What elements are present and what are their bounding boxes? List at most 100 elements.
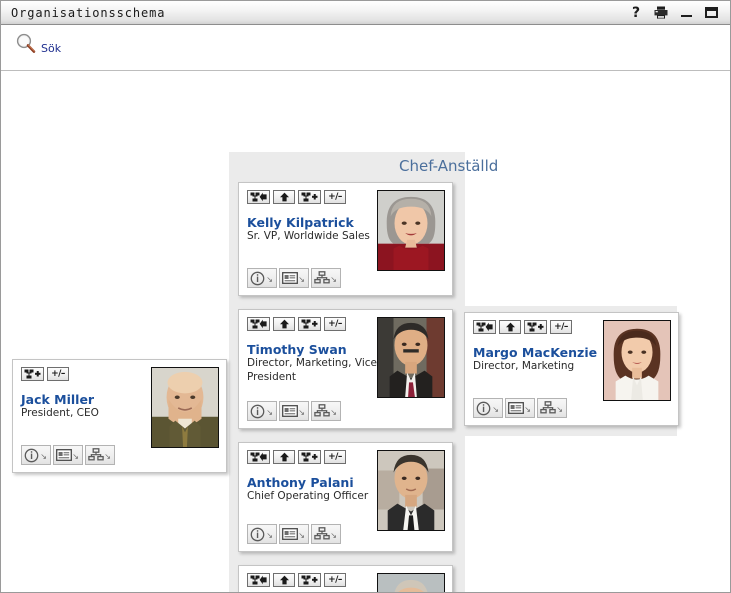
details-menu-button[interactable]: ↘ [247, 268, 277, 288]
details-menu-button[interactable]: ↘ [473, 398, 503, 418]
org-chart-icon [314, 527, 330, 540]
magnifier-icon [16, 33, 36, 53]
toggle-expand-collapse-button[interactable]: +/– [324, 190, 346, 204]
employee-card-margo-mackenzie[interactable]: +/– Margo MacKenzie Director, Marketing … [464, 312, 679, 426]
org-chart-menu-button[interactable]: ↘ [311, 524, 341, 544]
employee-title: Director, Marketing [473, 360, 575, 373]
employee-card-timothy-swan[interactable]: +/– Timothy Swan Director, Marketing, Vi… [238, 309, 453, 429]
org-chart-window: Organisationsschema ? Sök Chef-Anställd … [0, 0, 731, 593]
org-chart-plus-icon [301, 575, 318, 585]
portrait-kelly-kilpatrick [378, 191, 444, 270]
chevron-down-icon: ↘ [298, 408, 305, 417]
details-menu-button[interactable]: ↘ [247, 401, 277, 421]
plus-minus-icon: +/– [554, 321, 568, 332]
card-actions: ↘ ↘ ↘ [247, 524, 341, 544]
maximize-button[interactable] [704, 6, 718, 20]
toggle-expand-collapse-button[interactable]: +/– [550, 320, 572, 334]
employee-card-kelly-kilpatrick[interactable]: +/– Kelly Kilpatrick Sr. VP, Worldwide S… [238, 182, 453, 296]
move-up-button[interactable] [273, 190, 295, 204]
search-label: Sök [41, 42, 62, 55]
chevron-down-icon: ↘ [266, 408, 273, 417]
org-chart-canvas[interactable]: Chef-Anställd +/– Jack Miller President,… [1, 71, 730, 592]
employee-card-anthony-palani[interactable]: +/– Anthony Palani Chief Operating Offic… [238, 442, 453, 552]
org-chart-menu-button[interactable]: ↘ [85, 445, 115, 465]
question-mark-icon: ? [631, 4, 641, 21]
toggle-expand-collapse-button[interactable]: +/– [324, 317, 346, 331]
plus-minus-icon: +/– [328, 451, 342, 462]
up-arrow-icon [279, 192, 289, 202]
plus-minus-icon: +/– [51, 368, 65, 379]
employee-photo-kelly-kilpatrick [377, 190, 445, 271]
help-button[interactable]: ? [629, 6, 643, 20]
employee-photo-anthony-palani [377, 450, 445, 531]
card-body: +/– Anthony Palani Chief Operating Offic… [239, 443, 452, 551]
expand-reports-button[interactable] [298, 573, 321, 587]
org-chart-menu-button[interactable]: ↘ [311, 401, 341, 421]
id-card-icon [282, 528, 298, 540]
chevron-down-icon: ↘ [266, 275, 273, 284]
expand-reports-button[interactable] [21, 367, 44, 381]
printer-icon [654, 6, 668, 19]
chevron-down-icon: ↘ [330, 531, 337, 540]
chart-relationship-title: Chef-Anställd [399, 157, 499, 175]
contact-card-menu-button[interactable]: ↘ [279, 524, 309, 544]
portrait-chip-nano [378, 574, 444, 592]
id-card-icon [282, 405, 298, 417]
details-menu-button[interactable]: ↘ [247, 524, 277, 544]
expand-reports-button[interactable] [298, 317, 321, 331]
card-actions: ↘ ↘ ↘ [473, 398, 567, 418]
info-circle-icon [476, 401, 491, 415]
employee-photo-jack-miller [151, 367, 219, 448]
org-chart-plus-icon [301, 192, 318, 202]
chevron-down-icon: ↘ [556, 405, 563, 414]
chevron-down-icon: ↘ [330, 275, 337, 284]
org-chart-icon [314, 271, 330, 284]
move-up-button[interactable] [499, 320, 521, 334]
org-chart-left-arrow-icon [250, 575, 267, 585]
contact-card-menu-button[interactable]: ↘ [279, 401, 309, 421]
id-card-icon [282, 272, 298, 284]
go-to-manager-button[interactable] [247, 317, 270, 331]
expand-reports-button[interactable] [298, 190, 321, 204]
employee-card-jack-miller[interactable]: +/– Jack Miller President, CEO ↘ ↘ ↘ [12, 359, 227, 473]
up-arrow-icon [279, 452, 289, 462]
toggle-expand-collapse-button[interactable]: +/– [324, 450, 346, 464]
chevron-down-icon: ↘ [266, 531, 273, 540]
contact-card-menu-button[interactable]: ↘ [53, 445, 83, 465]
org-chart-plus-icon [301, 452, 318, 462]
go-to-manager-button[interactable] [473, 320, 496, 334]
toggle-expand-collapse-button[interactable]: +/– [47, 367, 69, 381]
move-up-button[interactable] [273, 450, 295, 464]
go-to-manager-button[interactable] [247, 573, 270, 587]
search-button[interactable]: Sök [13, 31, 61, 57]
card-actions: ↘ ↘ ↘ [247, 401, 341, 421]
employee-card-chip-nano[interactable]: +/– Chip Nano Chief Information Officer … [238, 565, 453, 592]
expand-reports-button[interactable] [298, 450, 321, 464]
minimize-button[interactable] [679, 6, 693, 20]
contact-card-menu-button[interactable]: ↘ [279, 268, 309, 288]
contact-card-menu-button[interactable]: ↘ [505, 398, 535, 418]
print-button[interactable] [654, 6, 668, 20]
card-body: +/– Margo MacKenzie Director, Marketing … [465, 313, 678, 425]
org-chart-menu-button[interactable]: ↘ [537, 398, 567, 418]
card-body: +/– Jack Miller President, CEO ↘ ↘ ↘ [13, 360, 226, 472]
org-chart-icon [314, 404, 330, 417]
org-chart-plus-icon [301, 319, 318, 329]
org-chart-left-arrow-icon [250, 192, 267, 202]
expand-reports-button[interactable] [524, 320, 547, 334]
employee-title: President, CEO [21, 407, 99, 420]
move-up-button[interactable] [273, 573, 295, 587]
minimize-icon [680, 15, 692, 17]
toggle-expand-collapse-button[interactable]: +/– [324, 573, 346, 587]
go-to-manager-button[interactable] [247, 450, 270, 464]
go-to-manager-button[interactable] [247, 190, 270, 204]
org-chart-menu-button[interactable]: ↘ [311, 268, 341, 288]
details-menu-button[interactable]: ↘ [21, 445, 51, 465]
employee-title: Director, Marketing, Vice President [247, 357, 377, 383]
maximize-icon [704, 7, 718, 18]
org-chart-left-arrow-icon [250, 452, 267, 462]
move-up-button[interactable] [273, 317, 295, 331]
chevron-down-icon: ↘ [330, 408, 337, 417]
chevron-down-icon: ↘ [40, 452, 47, 461]
up-arrow-icon [279, 575, 289, 585]
